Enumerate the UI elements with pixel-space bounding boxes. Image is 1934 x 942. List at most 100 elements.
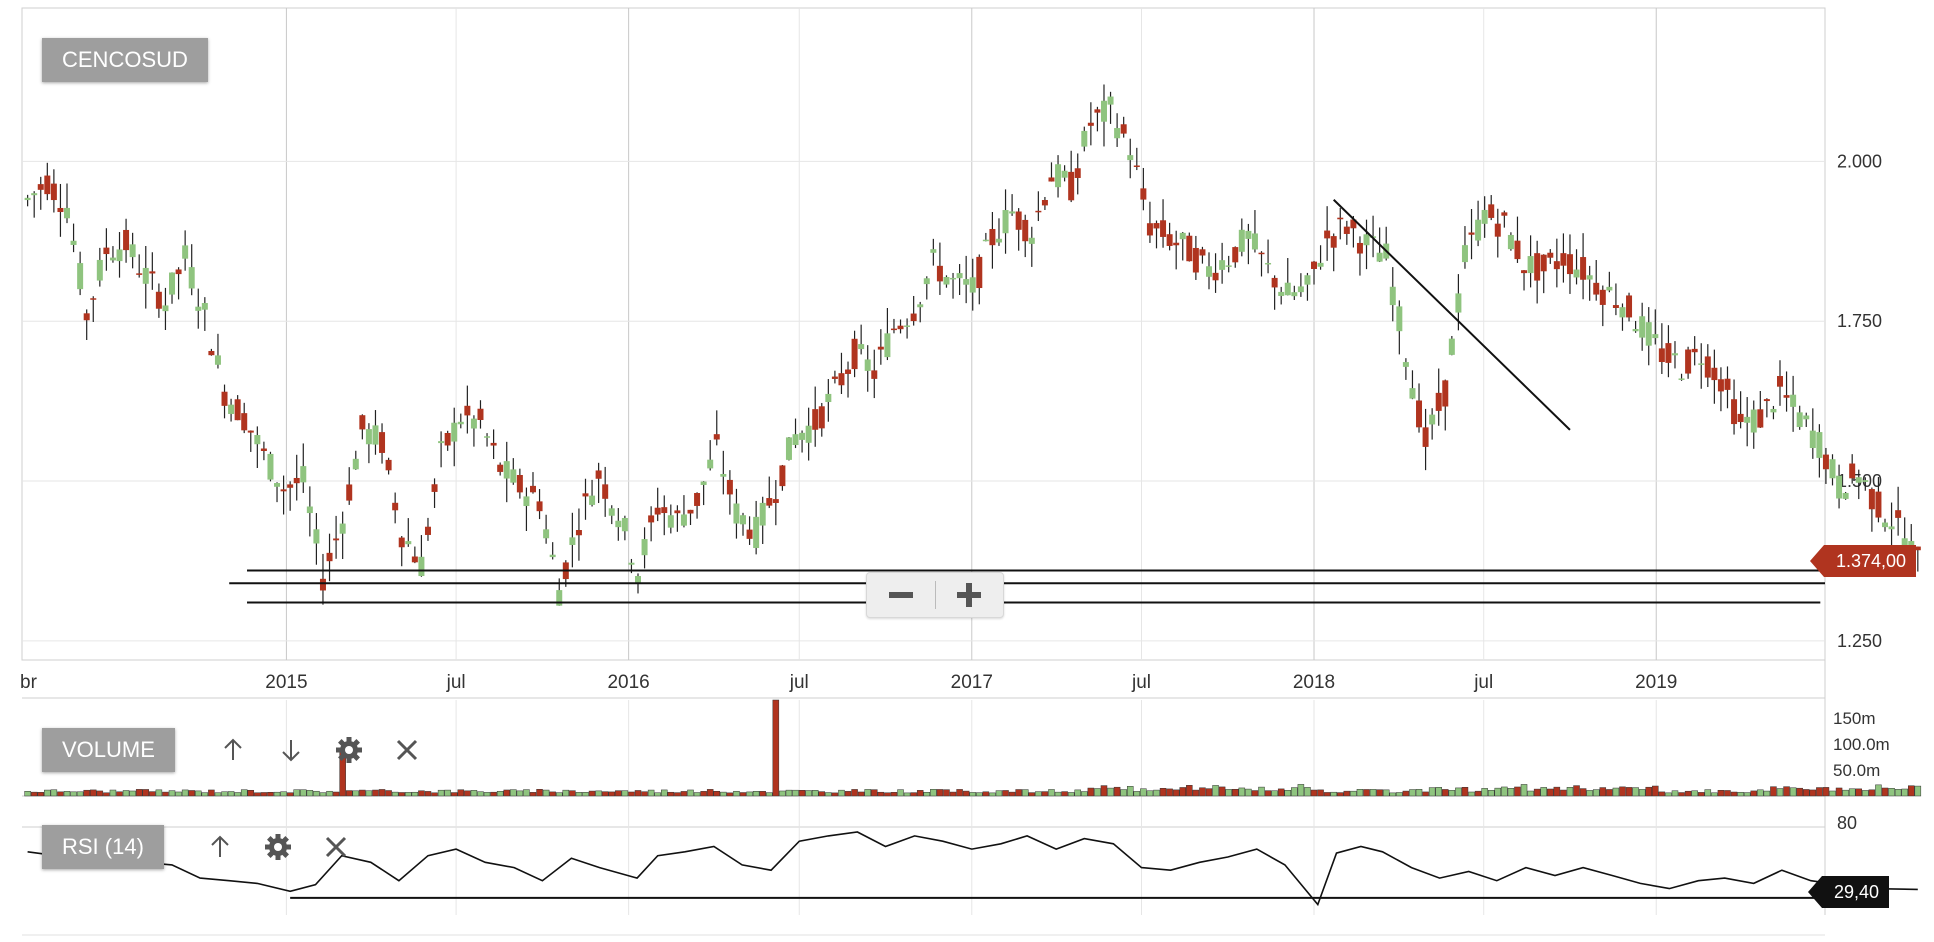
candle-body <box>497 464 504 472</box>
volume-bar <box>1888 788 1895 797</box>
candle-body <box>910 313 917 322</box>
candle-body <box>936 265 943 282</box>
candle-body <box>1120 124 1127 134</box>
volume-bar <box>1802 789 1810 797</box>
volume-bar <box>50 789 58 797</box>
volume-bar <box>910 792 917 797</box>
candle-body <box>123 229 130 251</box>
volume-bar <box>903 792 911 797</box>
candle-body <box>1606 286 1613 291</box>
volume-bar <box>181 789 189 797</box>
volume-bar <box>628 791 635 797</box>
candle-body <box>799 432 806 440</box>
volume-bar <box>1875 784 1882 797</box>
volume-bar <box>792 789 799 797</box>
candle-body <box>293 477 300 484</box>
candle-body <box>838 373 845 386</box>
candle-body <box>1488 204 1495 218</box>
candle-body <box>1717 379 1724 392</box>
candle-body <box>1553 261 1560 270</box>
candle-body <box>812 409 819 430</box>
volume-bar <box>306 790 314 797</box>
volume-bar <box>661 789 668 797</box>
candle-body <box>1671 353 1678 356</box>
x-tick-label: 2016 <box>607 672 649 693</box>
candle-body <box>1455 293 1462 313</box>
candle-body <box>963 279 970 285</box>
candle-body <box>595 470 602 479</box>
volume-bar <box>70 791 77 797</box>
stock-chart[interactable]: br 2015 jul 2016 jul 2017 jul 2018 jul 2019 1.250 1… <box>0 0 1934 942</box>
candle-body <box>516 475 523 493</box>
volume-bar <box>1625 787 1633 797</box>
candle-body <box>1895 510 1902 518</box>
volume-bar <box>247 789 255 797</box>
candle-body <box>50 183 57 201</box>
candle-body <box>1363 234 1370 246</box>
volume-bar <box>1527 790 1534 797</box>
x-tick-label: jul <box>789 672 809 693</box>
candle-body <box>503 461 510 479</box>
candle-body <box>1704 356 1711 378</box>
volume-bar <box>1816 787 1823 797</box>
candle-body <box>1015 211 1022 230</box>
zoom-in-button[interactable] <box>936 573 1004 617</box>
candle-body <box>339 523 346 534</box>
candle-body <box>1652 334 1659 339</box>
candle-body <box>1711 367 1718 381</box>
volume-bar <box>1743 792 1751 797</box>
volume-bar <box>1337 792 1344 797</box>
candle-body <box>1166 234 1173 246</box>
candle-body <box>549 554 556 558</box>
volume-bar <box>326 790 333 797</box>
candle-body <box>707 459 714 469</box>
candle-body <box>254 435 261 445</box>
candle-body <box>470 418 477 429</box>
candle-body <box>129 244 136 258</box>
candle-body <box>766 498 773 506</box>
volume-bar <box>733 790 740 797</box>
volume-bar <box>811 790 819 797</box>
volume-bar <box>1448 790 1456 797</box>
close-icon[interactable] <box>307 825 365 869</box>
volume-bar <box>142 789 150 797</box>
zoom-out-button[interactable] <box>867 573 935 617</box>
trendline <box>1333 199 1571 431</box>
volume-bar <box>1074 789 1081 797</box>
volume-bar <box>1284 790 1292 797</box>
gear-icon[interactable] <box>320 728 378 772</box>
candle-body <box>582 493 589 497</box>
volume-bar <box>30 791 38 797</box>
arrow-down-icon[interactable] <box>262 728 320 772</box>
volume-bar <box>313 790 320 797</box>
candle-body <box>851 338 858 370</box>
volume-bar <box>286 792 294 797</box>
volume-tick-label: 100.0m <box>1833 735 1890 754</box>
arrow-up-icon[interactable] <box>204 728 262 772</box>
gear-icon[interactable] <box>249 825 307 869</box>
candle-body <box>740 515 747 525</box>
candle-body <box>615 520 622 528</box>
volume-bar <box>365 790 373 797</box>
volume-bar <box>1422 791 1429 797</box>
volume-bar <box>155 789 163 797</box>
candle-body <box>1304 275 1311 285</box>
volume-bar <box>1232 788 1239 797</box>
volume-bar <box>884 792 891 797</box>
candle-body <box>1527 256 1534 274</box>
volume-bar <box>1428 787 1436 797</box>
volume-bar <box>1619 786 1626 797</box>
close-icon[interactable] <box>378 728 436 772</box>
volume-bar <box>280 791 287 797</box>
candle-body <box>1238 229 1245 252</box>
candle-body <box>1133 165 1140 168</box>
candle-body <box>214 355 221 365</box>
candle-body <box>490 442 497 446</box>
zoom-control <box>866 572 1004 618</box>
candle-body <box>694 493 701 506</box>
candle-body <box>1278 291 1285 296</box>
volume-bar <box>431 792 438 797</box>
arrow-up-icon[interactable] <box>191 825 249 869</box>
volume-bar <box>516 790 524 797</box>
volume-bar <box>240 789 248 797</box>
